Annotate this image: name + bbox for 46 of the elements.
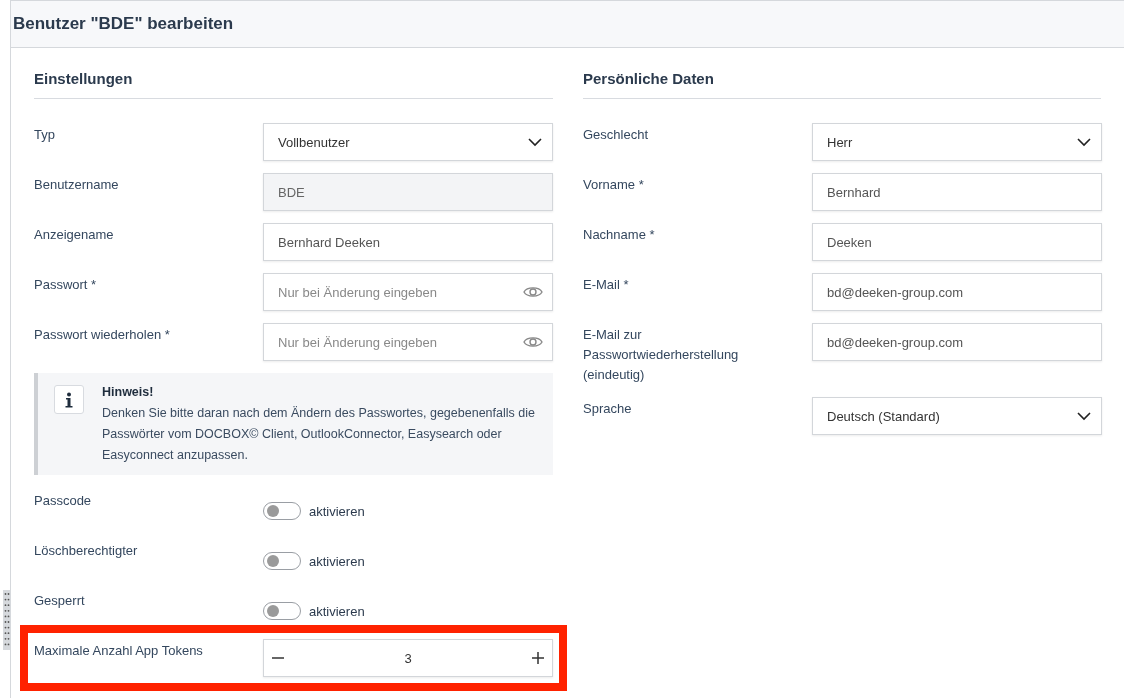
input-field[interactable]: Deeken — [812, 223, 1102, 261]
field-label: Passwort wiederholen * — [34, 326, 171, 344]
page-title: Benutzer "BDE" bearbeiten — [13, 14, 234, 34]
toggle-switch[interactable] — [263, 502, 301, 520]
field-label: Vorname * — [583, 176, 645, 194]
password-field[interactable]: Nur bei Änderung eingeben — [263, 323, 553, 361]
eye-icon[interactable] — [523, 335, 543, 349]
field-label: Nachname * — [583, 226, 656, 244]
note-text: Denken Sie bitte daran nach dem Ändern des Passwortes, gegebenenfalls die Passwörter vom DOCBOX© Client, OutlookConnector, Easysearch oder Easyconnect anzupassen. — [102, 405, 536, 464]
field-label: Sprache — [583, 400, 633, 418]
field-label: Löschberechtigter — [34, 542, 139, 560]
select-field[interactable]: Deutsch (Standard) — [812, 397, 1102, 435]
select-field[interactable]: Vollbenutzer — [263, 123, 553, 161]
select-field[interactable]: Herr — [812, 123, 1102, 161]
toggle-switch[interactable] — [263, 552, 301, 570]
input-field[interactable]: bd@deeken-group.com — [812, 323, 1102, 361]
info-icon — [54, 385, 84, 414]
chevron-down-icon — [1077, 411, 1091, 421]
stepper-value: 3 — [404, 650, 412, 666]
field-label: Geschlecht — [583, 126, 650, 144]
number-stepper[interactable]: 3 — [263, 639, 553, 677]
field-label: Maximale Anzahl App Tokens — [34, 642, 204, 660]
eye-icon[interactable] — [523, 285, 543, 299]
field-label: Anzeigename — [34, 226, 115, 244]
drag-handle-icon[interactable] — [3, 590, 11, 650]
field-label: Passwort * — [34, 276, 98, 294]
toggle-label: aktivieren — [309, 553, 365, 569]
note-title: Hinweis! — [102, 384, 155, 401]
field-label: Typ — [34, 126, 56, 144]
section-heading: Einstellungen — [34, 48, 553, 99]
plus-icon[interactable] — [530, 650, 546, 666]
password-field[interactable]: Nur bei Änderung eingeben — [263, 273, 553, 311]
toggle-switch[interactable] — [263, 602, 301, 620]
input-field[interactable]: Bernhard Deeken — [263, 223, 553, 261]
field-label: Gesperrt — [34, 592, 86, 610]
field-label: E-Mail zur Passwortwiederherstellung (eindeutig) — [583, 326, 740, 384]
chevron-down-icon — [528, 137, 542, 147]
chevron-down-icon — [1077, 137, 1091, 147]
field-label: Passcode — [34, 492, 93, 510]
field-label: Benutzername — [34, 176, 120, 194]
section-heading: Persönliche Daten — [583, 48, 1101, 99]
field-label: E-Mail * — [583, 276, 630, 294]
input-field[interactable]: Bernhard — [812, 173, 1102, 211]
toggle-label: aktivieren — [309, 603, 365, 619]
input-field[interactable]: bd@deeken-group.com — [812, 273, 1102, 311]
toggle-label: aktivieren — [309, 503, 365, 519]
